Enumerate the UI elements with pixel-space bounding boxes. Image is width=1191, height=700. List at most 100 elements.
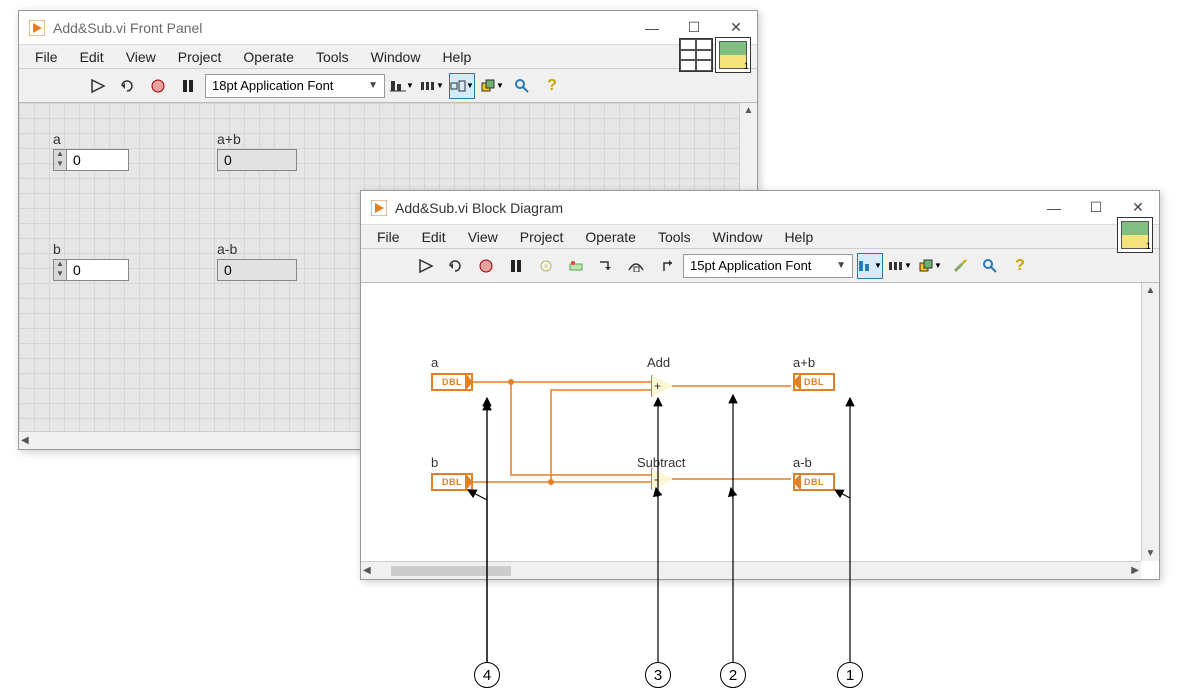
menu-operate[interactable]: Operate (575, 227, 646, 247)
control-b-input[interactable]: ▲▼ 0 (53, 259, 129, 281)
terminal-a[interactable]: DBL (431, 373, 473, 391)
menu-help[interactable]: Help (432, 47, 481, 67)
menu-operate[interactable]: Operate (233, 47, 304, 67)
terminal-aplusb[interactable]: DBL (793, 373, 835, 391)
search-button[interactable] (509, 73, 535, 99)
scrollbar-vertical[interactable]: ▲ ▼ (1141, 283, 1159, 561)
terminal-b-label: b (431, 455, 438, 470)
run-button[interactable] (85, 73, 111, 99)
menu-window[interactable]: Window (361, 47, 431, 67)
font-label: 15pt Application Font (690, 258, 811, 273)
retain-wire-values-button[interactable] (563, 253, 589, 279)
pause-button[interactable] (175, 73, 201, 99)
wires-overlay (361, 283, 1141, 561)
callout-3: 3 (645, 662, 671, 688)
scroll-down-icon[interactable]: ▼ (1146, 548, 1156, 559)
menu-window[interactable]: Window (703, 227, 773, 247)
front-panel-titlebar[interactable]: Add&Sub.vi Front Panel — ☐ ✕ (19, 11, 757, 45)
menu-file[interactable]: File (367, 227, 410, 247)
indicator-aminusb-label: a-b (217, 241, 297, 257)
control-a-input[interactable]: ▲▼ 0 (53, 149, 129, 171)
window-minimize-button[interactable]: — (1033, 193, 1075, 223)
menu-view[interactable]: View (458, 227, 508, 247)
block-diagram-client[interactable]: a DBL b DBL Add + Subtract - a+b DBL a-b… (361, 283, 1159, 579)
block-diagram-titlebar[interactable]: Add&Sub.vi Block Diagram — ☐ ✕ (361, 191, 1159, 225)
distribute-objects-button[interactable]: ▼ (887, 253, 913, 279)
menu-edit[interactable]: Edit (412, 227, 456, 247)
node-subtract[interactable]: - (651, 468, 673, 490)
vi-icon[interactable]: 1 (715, 37, 751, 73)
terminal-aminusb[interactable]: DBL (793, 473, 835, 491)
scroll-left-icon[interactable]: ◀ (21, 435, 29, 446)
reorder-button[interactable]: ▼ (917, 253, 943, 279)
control-a: a ▲▼ 0 (53, 131, 129, 171)
indicator-aplusb-display: 0 (217, 149, 297, 171)
front-panel-toolbar: 18pt Application Font ▼ ▼ ▼ ▼ ▼ ? (19, 69, 757, 103)
block-diagram-menubar: File Edit View Project Operate Tools Win… (361, 225, 1159, 249)
align-objects-button[interactable]: ▼ (389, 73, 415, 99)
menu-tools[interactable]: Tools (648, 227, 701, 247)
menu-help[interactable]: Help (774, 227, 823, 247)
control-b-label: b (53, 241, 129, 257)
scroll-up-icon[interactable]: ▲ (744, 105, 754, 116)
menu-view[interactable]: View (116, 47, 166, 67)
search-button[interactable] (977, 253, 1003, 279)
run-continuous-button[interactable] (115, 73, 141, 99)
highlight-execution-button[interactable] (533, 253, 559, 279)
scrollbar-horizontal[interactable]: ◀ ▶ (361, 561, 1141, 579)
control-a-label: a (53, 131, 129, 147)
spinner-icon[interactable]: ▲▼ (53, 259, 67, 281)
align-objects-button[interactable]: ▼ (857, 253, 883, 279)
node-add-label: Add (647, 355, 670, 370)
block-diagram-toolbar: 15pt Application Font ▼ ▼ ▼ ▼ ? (361, 249, 1159, 283)
control-b-value[interactable]: 0 (67, 259, 129, 281)
callout-1: 1 (837, 662, 863, 688)
menu-file[interactable]: File (25, 47, 68, 67)
scroll-right-icon[interactable]: ▶ (1131, 565, 1139, 576)
control-a-value[interactable]: 0 (67, 149, 129, 171)
pause-button[interactable] (503, 253, 529, 279)
distribute-objects-button[interactable]: ▼ (419, 73, 445, 99)
abort-button[interactable] (145, 73, 171, 99)
indicator-aminusb-display: 0 (217, 259, 297, 281)
help-button[interactable]: ? (539, 73, 565, 99)
step-out-button[interactable] (653, 253, 679, 279)
menu-tools[interactable]: Tools (306, 47, 359, 67)
node-add[interactable]: + (651, 375, 673, 397)
cleanup-button[interactable] (947, 253, 973, 279)
block-diagram-title: Add&Sub.vi Block Diagram (395, 200, 1033, 216)
run-button[interactable] (413, 253, 439, 279)
help-button[interactable]: ? (1007, 253, 1033, 279)
terminal-b[interactable]: DBL (431, 473, 473, 491)
menu-project[interactable]: Project (168, 47, 232, 67)
abort-button[interactable] (473, 253, 499, 279)
step-into-button[interactable] (593, 253, 619, 279)
scroll-left-icon[interactable]: ◀ (363, 565, 371, 576)
spinner-icon[interactable]: ▲▼ (53, 149, 67, 171)
resize-objects-button[interactable]: ▼ (449, 73, 475, 99)
chevron-down-icon: ▼ (368, 80, 378, 91)
labview-play-icon (29, 20, 45, 36)
node-sub-label: Subtract (637, 455, 685, 470)
indicator-aplusb-value: 0 (217, 149, 297, 171)
terminal-a-label: a (431, 355, 438, 370)
step-over-button[interactable] (623, 253, 649, 279)
font-label: 18pt Application Font (212, 78, 333, 93)
control-b: b ▲▼ 0 (53, 241, 129, 281)
window-minimize-button[interactable]: — (631, 13, 673, 43)
run-continuous-button[interactable] (443, 253, 469, 279)
block-diagram-canvas[interactable]: a DBL b DBL Add + Subtract - a+b DBL a-b… (361, 283, 1141, 561)
indicator-aplusb-label: a+b (217, 131, 297, 147)
scroll-thumb[interactable] (391, 566, 511, 576)
terminal-aminusb-label: a-b (793, 455, 812, 470)
font-selector[interactable]: 15pt Application Font ▼ (683, 254, 853, 278)
menu-edit[interactable]: Edit (70, 47, 114, 67)
menu-project[interactable]: Project (510, 227, 574, 247)
window-maximize-button[interactable]: ☐ (1075, 193, 1117, 223)
scroll-up-icon[interactable]: ▲ (1146, 285, 1156, 296)
vi-icon[interactable]: 1 (1117, 217, 1153, 253)
reorder-button[interactable]: ▼ (479, 73, 505, 99)
font-selector[interactable]: 18pt Application Font ▼ (205, 74, 385, 98)
indicator-aplusb: a+b 0 (217, 131, 297, 171)
connector-pane-icon[interactable] (679, 38, 713, 72)
